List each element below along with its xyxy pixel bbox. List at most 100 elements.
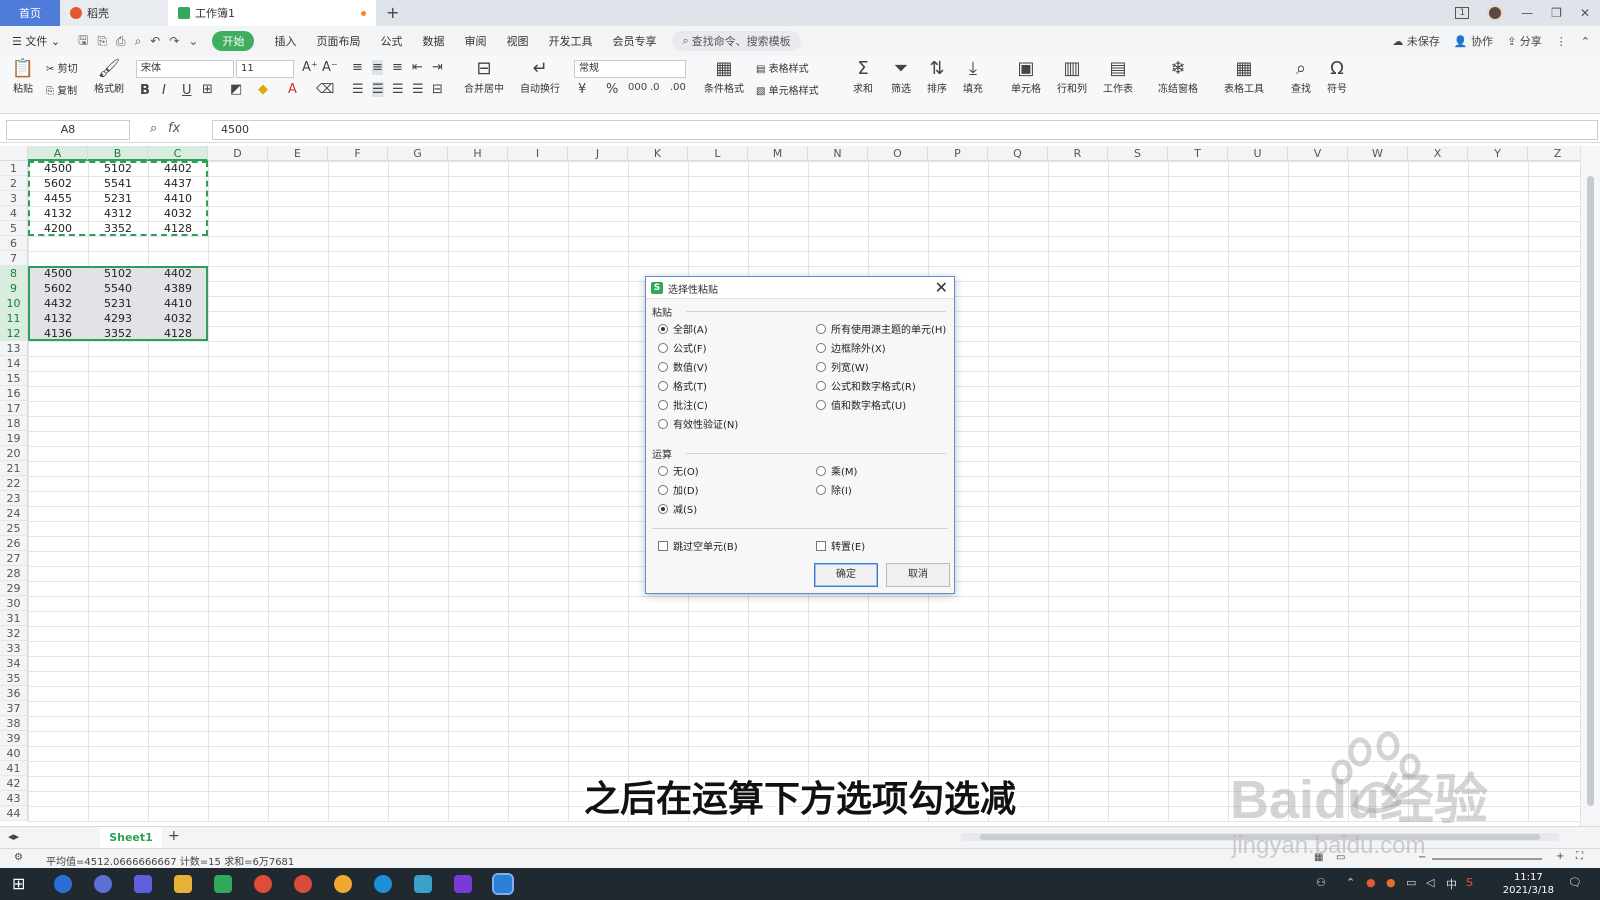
menu-tab-page-layout[interactable]: 页面布局	[316, 33, 360, 49]
paste-radio-l4[interactable]: 批注(C)	[658, 397, 708, 412]
tray-app-icon[interactable]: ●	[1366, 876, 1376, 889]
minimize-icon[interactable]: —	[1521, 6, 1533, 20]
row-header-31[interactable]: 31	[0, 611, 28, 626]
number-format-select[interactable]: 常规	[574, 60, 686, 78]
skip-blanks-checkbox[interactable]: 跳过空单元(B)	[658, 538, 738, 553]
row-header-5[interactable]: 5	[0, 221, 28, 236]
column-header-m[interactable]: M	[748, 146, 808, 161]
fx-icon[interactable]: fx	[168, 121, 180, 136]
paste-radio-r2[interactable]: 列宽(W)	[816, 359, 869, 374]
page-count-icon[interactable]: 1	[1455, 7, 1470, 19]
windows-start-icon[interactable]: ⊞	[12, 874, 25, 893]
print-preview-icon[interactable]: ⌕	[135, 34, 142, 49]
table-style-button[interactable]: ▤ 表格样式	[756, 60, 828, 75]
volume-icon[interactable]: ◁	[1426, 876, 1434, 889]
paste-radio-r4[interactable]: 值和数字格式(U)	[816, 397, 906, 412]
sum-button[interactable]: Σ 求和	[848, 58, 878, 95]
zoom-formula-icon[interactable]: ⌕	[150, 121, 157, 136]
column-header-x[interactable]: X	[1408, 146, 1468, 161]
zoom-slider[interactable]	[1432, 858, 1542, 860]
undo-icon[interactable]: ↶	[150, 34, 160, 48]
formula-input[interactable]: 4500	[212, 120, 1598, 140]
operation-radio-l2[interactable]: 减(S)	[658, 501, 697, 516]
column-header-h[interactable]: H	[448, 146, 508, 161]
print-icon[interactable]: ⎙	[116, 34, 126, 49]
transpose-checkbox[interactable]: 转置(E)	[816, 538, 865, 553]
unsaved-button[interactable]: ☁ 未保存	[1392, 33, 1440, 49]
conditional-format-button[interactable]: ▦ 条件格式	[698, 58, 750, 95]
menu-tab-formula[interactable]: 公式	[380, 33, 402, 49]
operation-radio-r1[interactable]: 除(I)	[816, 482, 852, 497]
menu-tab-data[interactable]: 数据	[422, 33, 444, 49]
dialog-close-icon[interactable]: ✕	[935, 278, 948, 297]
column-header-d[interactable]: D	[208, 146, 268, 161]
column-header-z[interactable]: Z	[1528, 146, 1580, 161]
column-header-r[interactable]: R	[1048, 146, 1108, 161]
menu-tab-view[interactable]: 视图	[506, 33, 528, 49]
cut-button[interactable]: ✂ 剪切	[46, 60, 90, 75]
ime-indicator[interactable]: 中	[1446, 876, 1457, 892]
row-header-36[interactable]: 36	[0, 686, 28, 701]
column-header-b[interactable]: B	[88, 146, 148, 161]
column-header-a[interactable]: A	[28, 146, 88, 161]
add-sheet-button[interactable]: +	[168, 828, 180, 844]
underline-icon[interactable]: U	[182, 83, 192, 98]
paste-radio-r3[interactable]: 公式和数字格式(R)	[816, 378, 916, 393]
cell-style-button[interactable]: ▧ 单元格样式	[756, 82, 838, 97]
filter-button[interactable]: ⏷ 筛选	[886, 58, 916, 95]
network-icon[interactable]: ▭	[1406, 876, 1416, 889]
row-header-2[interactable]: 2	[0, 176, 28, 191]
app-orange-icon[interactable]	[334, 875, 352, 893]
fullscreen-icon[interactable]: ⛶	[1576, 851, 1583, 862]
sheet-tab-sheet1[interactable]: Sheet1	[100, 827, 162, 848]
paste-radio-l1[interactable]: 公式(F)	[658, 340, 707, 355]
align-right-icon[interactable]: ☰	[392, 82, 404, 97]
justify-icon[interactable]: ☰	[412, 82, 424, 97]
paste-button[interactable]: 📋 粘贴	[8, 58, 38, 95]
clear-format-icon[interactable]: ⌫	[316, 82, 334, 97]
more-icon[interactable]: ⋮	[1556, 35, 1567, 48]
row-header-34[interactable]: 34	[0, 656, 28, 671]
app-hex-icon[interactable]	[134, 875, 152, 893]
row-header-29[interactable]: 29	[0, 581, 28, 596]
vertical-scroll-thumb[interactable]	[1587, 176, 1594, 806]
border-icon[interactable]: ⊞	[202, 82, 213, 97]
increase-decimal-icon[interactable]: .0	[650, 82, 660, 93]
column-header-y[interactable]: Y	[1468, 146, 1528, 161]
row-header-4[interactable]: 4	[0, 206, 28, 221]
fill-button[interactable]: ⤓ 填充	[958, 58, 988, 95]
row-header-22[interactable]: 22	[0, 476, 28, 491]
column-header-q[interactable]: Q	[988, 146, 1048, 161]
app-sogou-icon[interactable]	[94, 875, 112, 893]
row-header-30[interactable]: 30	[0, 596, 28, 611]
find-button[interactable]: ⌕ 查找	[1286, 58, 1316, 95]
row-header-6[interactable]: 6	[0, 236, 28, 251]
paste-radio-l3[interactable]: 格式(T)	[658, 378, 707, 393]
row-header-32[interactable]: 32	[0, 626, 28, 641]
paste-radio-r0[interactable]: 所有使用源主题的单元(H)	[816, 321, 946, 336]
row-header-19[interactable]: 19	[0, 431, 28, 446]
row-header-26[interactable]: 26	[0, 536, 28, 551]
paste-radio-r1[interactable]: 边框除外(X)	[816, 340, 886, 355]
indent-increase-icon[interactable]: ⇥	[432, 60, 443, 75]
row-header-3[interactable]: 3	[0, 191, 28, 206]
row-header-8[interactable]: 8	[0, 266, 28, 281]
row-header-15[interactable]: 15	[0, 371, 28, 386]
wrap-text-button[interactable]: ↵ 自动换行	[514, 58, 566, 95]
chrome-icon[interactable]	[254, 875, 272, 893]
row-header-12[interactable]: 12	[0, 326, 28, 341]
symbol-button[interactable]: Ω 符号	[1322, 58, 1352, 95]
row-col-button[interactable]: ▥ 行和列	[1052, 58, 1092, 95]
row-header-20[interactable]: 20	[0, 446, 28, 461]
avatar[interactable]	[1487, 5, 1504, 21]
file-menu[interactable]: ☰ 文件 ⌄	[12, 33, 60, 49]
restore-icon[interactable]: ❐	[1551, 6, 1562, 20]
align-middle-icon[interactable]: ≡	[372, 60, 383, 75]
dialog-title-bar[interactable]: S 选择性粘贴 ✕	[646, 277, 954, 299]
app-teal-icon[interactable]	[414, 875, 432, 893]
row-header-14[interactable]: 14	[0, 356, 28, 371]
qat-more-icon[interactable]: ⌄	[188, 34, 198, 48]
table-tools-button[interactable]: ▦ 表格工具	[1218, 58, 1270, 95]
increase-font-icon[interactable]: A⁺	[302, 60, 318, 75]
row-header-39[interactable]: 39	[0, 731, 28, 746]
